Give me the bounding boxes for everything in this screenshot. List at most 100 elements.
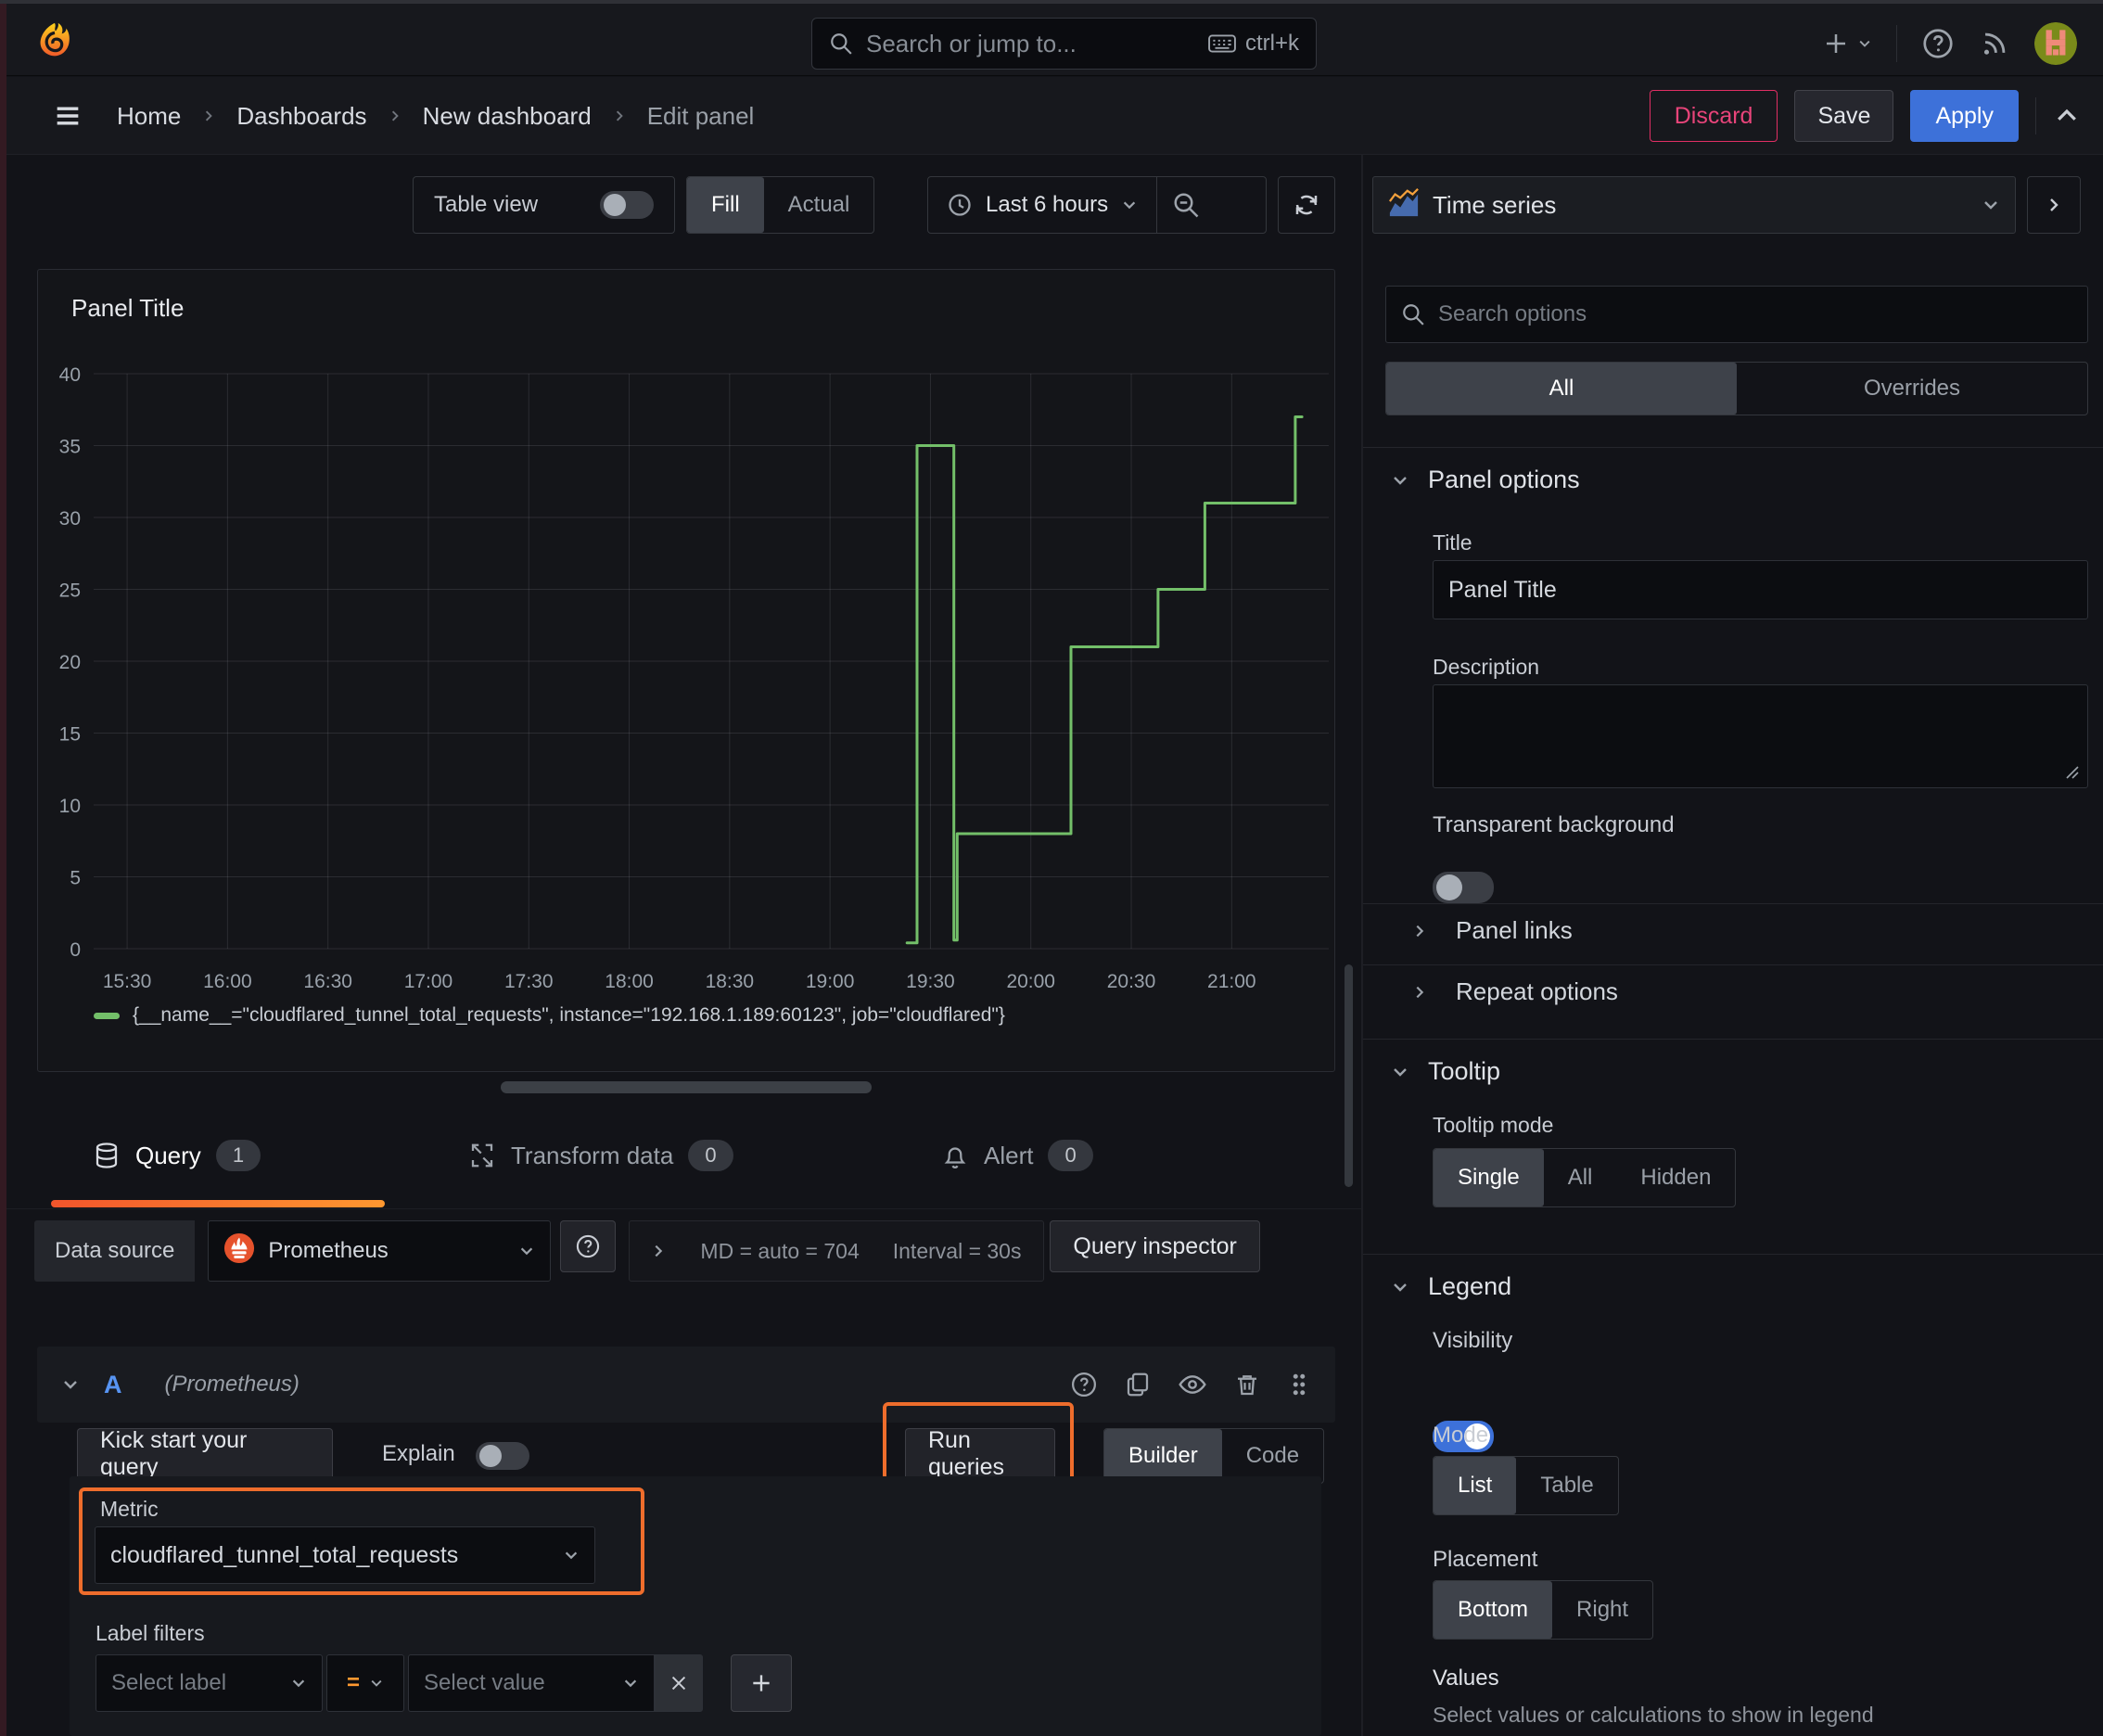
top-nav-bar: Search or jump to... ctrl+k (0, 4, 2103, 76)
builder-code-switch: Builder Code (1103, 1428, 1325, 1484)
collapse-query-icon[interactable] (37, 1375, 104, 1394)
datasource-row: Data source Prometheus MD = auto = 704 I… (34, 1220, 1361, 1282)
scope-overrides[interactable]: Overrides (1737, 363, 2087, 415)
duplicate-query-icon[interactable] (1124, 1371, 1152, 1398)
tooltip-single[interactable]: Single (1434, 1149, 1544, 1206)
query-options-summary[interactable]: MD = auto = 704 Interval = 30s (629, 1220, 1045, 1282)
zoom-out-button[interactable] (1157, 191, 1215, 219)
tab-query[interactable]: Query 1 (93, 1109, 261, 1202)
refresh-button[interactable] (1278, 176, 1335, 234)
grafana-edit-panel: Search or jump to... ctrl+k Home Dashboa… (0, 0, 2103, 1736)
svg-text:19:30: 19:30 (906, 971, 955, 992)
metric-select[interactable]: cloudflared_tunnel_total_requests (95, 1526, 595, 1584)
tooltip-hidden[interactable]: Hidden (1616, 1149, 1735, 1206)
discard-button[interactable]: Discard (1649, 90, 1778, 142)
bell-icon (941, 1142, 969, 1169)
legend-section[interactable]: Legend (1391, 1272, 1511, 1301)
window-left-edge (0, 4, 6, 1736)
datasource-label: Data source (34, 1220, 196, 1282)
grafana-logo-icon[interactable] (33, 20, 76, 68)
actual-option[interactable]: Actual (764, 177, 874, 233)
save-button[interactable]: Save (1794, 90, 1894, 142)
collapse-options-pane-button[interactable] (2027, 176, 2081, 234)
panel-options-section[interactable]: Panel options (1391, 466, 1580, 494)
toggle-visibility-icon[interactable] (1178, 1370, 1207, 1399)
chevron-down-icon (622, 1675, 639, 1691)
time-series-chart[interactable]: 0 5 10 15 20 25 30 35 40 15:30 16:00 16:30 17:00 17:3… (38, 329, 1336, 1064)
select-label-dropdown[interactable]: Select label (96, 1654, 323, 1712)
resize-handle-icon[interactable] (2065, 765, 2080, 780)
add-new-button[interactable] (1822, 30, 1872, 57)
search-icon (1401, 302, 1425, 326)
legend-mode-list[interactable]: List (1434, 1457, 1517, 1514)
help-icon[interactable] (1921, 27, 1955, 60)
svg-text:20: 20 (59, 652, 81, 673)
topbar-divider (1896, 25, 1897, 62)
scope-all[interactable]: All (1386, 363, 1737, 415)
apply-button[interactable]: Apply (1910, 90, 2019, 142)
svg-text:35: 35 (59, 437, 81, 458)
svg-text:20:30: 20:30 (1107, 971, 1156, 992)
global-search[interactable]: Search or jump to... ctrl+k (811, 18, 1317, 70)
explain-toggle[interactable] (476, 1442, 529, 1470)
tooltip-all[interactable]: All (1544, 1149, 1617, 1206)
operator-dropdown[interactable]: = (326, 1654, 404, 1712)
placement-bottom[interactable]: Bottom (1434, 1581, 1553, 1639)
series-legend-item[interactable]: {__name__="cloudflared_tunnel_total_requ… (94, 1004, 1005, 1027)
time-range-picker[interactable]: Last 6 hours (928, 192, 1156, 218)
svg-text:25: 25 (59, 581, 81, 602)
breadcrumb-dashboards[interactable]: Dashboards (236, 102, 366, 131)
chevron-right-icon (1416, 986, 1424, 998)
collapse-header-icon[interactable] (2053, 102, 2081, 130)
query-datasource-name: (Prometheus) (164, 1372, 300, 1397)
edit-actions: Discard Save Apply (1649, 77, 2103, 155)
menu-hamburger-icon[interactable] (52, 100, 83, 132)
query-row-header[interactable]: A (Prometheus) (37, 1347, 1335, 1423)
tab-transform-data[interactable]: Transform data 0 (468, 1109, 733, 1202)
chevron-right-icon (1416, 925, 1424, 937)
builder-option[interactable]: Builder (1104, 1429, 1222, 1483)
timeseries-viz-icon (1388, 186, 1420, 224)
news-rss-icon[interactable] (1979, 28, 2010, 59)
legend-mode-table[interactable]: Table (1516, 1457, 1617, 1514)
chevron-down-icon (563, 1547, 580, 1564)
code-option[interactable]: Code (1222, 1429, 1323, 1483)
run-queries-button[interactable]: Run queries (905, 1427, 1055, 1480)
panel-title: Panel Title (71, 294, 185, 322)
remove-filter-button[interactable] (655, 1654, 703, 1712)
breadcrumb-separator-icon (612, 108, 627, 123)
visualization-name: Time series (1433, 190, 1557, 219)
svg-text:20:00: 20:00 (1006, 971, 1055, 992)
delete-query-icon[interactable] (1233, 1371, 1261, 1398)
svg-text:15: 15 (59, 724, 81, 746)
fill-option[interactable]: Fill (687, 177, 764, 233)
query-help-icon[interactable] (1070, 1371, 1098, 1398)
query-inspector-button[interactable]: Query inspector (1050, 1220, 1260, 1272)
panel-resize-handle[interactable] (501, 1081, 872, 1093)
datasource-picker[interactable]: Prometheus (208, 1220, 552, 1282)
placement-right[interactable]: Right (1552, 1581, 1652, 1639)
breadcrumb-home[interactable]: Home (117, 102, 181, 131)
breadcrumb-new-dashboard[interactable]: New dashboard (423, 102, 592, 131)
active-tab-indicator (51, 1200, 385, 1207)
user-avatar[interactable] (2034, 22, 2077, 65)
search-shortcut: ctrl+k (1244, 31, 1299, 56)
repeat-options-section[interactable]: Repeat options (1411, 977, 1618, 1006)
tooltip-section[interactable]: Tooltip (1391, 1057, 1500, 1086)
select-value-dropdown[interactable]: Select value (408, 1654, 655, 1712)
panel-title-input[interactable]: Panel Title (1433, 560, 2088, 619)
transparent-bg-toggle[interactable] (1433, 872, 1494, 903)
visualization-picker[interactable]: Time series (1372, 176, 2016, 234)
panel-links-section[interactable]: Panel links (1411, 916, 1573, 945)
description-textarea[interactable] (1433, 684, 2088, 788)
breadcrumb: Home Dashboards New dashboard Edit panel (52, 77, 754, 155)
datasource-help-button[interactable] (560, 1220, 617, 1272)
tab-alert[interactable]: Alert 0 (941, 1109, 1093, 1202)
svg-text:15:30: 15:30 (103, 971, 152, 992)
drag-handle-icon[interactable] (1287, 1371, 1311, 1398)
kick-start-query-button[interactable]: Kick start your query (77, 1427, 333, 1480)
chevron-down-icon (1394, 1067, 1407, 1077)
add-filter-button[interactable] (731, 1654, 792, 1712)
table-view-toggle[interactable] (600, 191, 654, 219)
search-options-input[interactable]: Search options (1385, 286, 2088, 343)
